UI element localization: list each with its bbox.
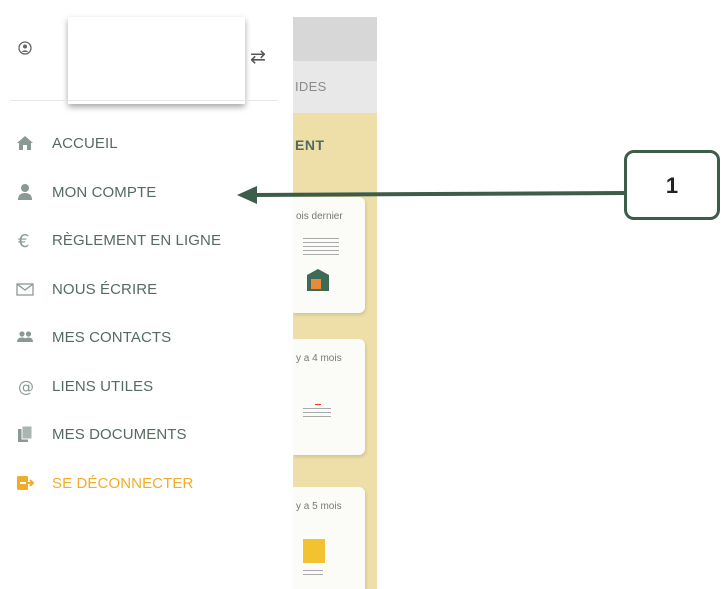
document-thumbnail	[303, 235, 339, 258]
document-thumbnail-lines	[303, 567, 323, 578]
menu-item-label: RÈGLEMENT EN LIGNE	[52, 232, 222, 249]
document-card[interactable]: ois dernier	[293, 197, 365, 313]
swap-arrows-icon[interactable]: ⇄	[248, 48, 268, 68]
menu-item-label: LIENS UTILES	[52, 378, 154, 395]
document-card-date: ois dernier	[296, 211, 343, 222]
menu-item-se-deconnecter[interactable]: SE DÉCONNECTER	[0, 465, 290, 501]
euro-icon: €	[18, 231, 29, 250]
menu-item-label: MES DOCUMENTS	[52, 426, 187, 443]
navigation-drawer: ⇄ ACCUEIL MON COMPTE € RÈGLEMENT EN LIGN…	[0, 17, 293, 589]
menu-item-reglement[interactable]: € RÈGLEMENT EN LIGNE	[0, 222, 290, 258]
document-thumbnail	[303, 401, 331, 420]
menu-item-label: NOUS ÉCRIRE	[52, 281, 158, 298]
background-app: IDES ENT ois dernier y a 4 mois y a 5 mo…	[293, 17, 377, 589]
background-section-title: ENT	[295, 137, 325, 153]
contacts-icon	[17, 331, 33, 342]
account-selector-popup[interactable]	[68, 17, 245, 104]
menu-item-label: SE DÉCONNECTER	[52, 475, 194, 492]
menu-item-label: ACCUEIL	[52, 135, 118, 152]
document-card[interactable]: y a 5 mois	[293, 487, 365, 589]
annotation-arrow	[237, 186, 628, 204]
menu-item-label: MON COMPTE	[52, 184, 157, 201]
menu-item-label: MES CONTACTS	[52, 329, 172, 346]
divider	[10, 100, 278, 101]
user-circle-icon[interactable]	[18, 41, 32, 55]
menu-item-mes-contacts[interactable]: MES CONTACTS	[0, 319, 290, 355]
background-topbar	[293, 17, 377, 61]
documents-icon	[18, 425, 33, 442]
svg-text:€: €	[18, 231, 29, 250]
envelope-icon	[16, 283, 34, 296]
document-card[interactable]: y a 4 mois	[293, 339, 365, 455]
document-thumbnail	[303, 539, 325, 563]
svg-text:@: @	[18, 377, 34, 396]
home-icon	[17, 136, 33, 150]
document-card-date: y a 4 mois	[296, 353, 342, 364]
document-illustration-icon	[307, 269, 329, 291]
logout-icon	[17, 476, 35, 490]
menu-item-nous-ecrire[interactable]: NOUS ÉCRIRE	[0, 271, 290, 307]
document-card-date: y a 5 mois	[296, 501, 342, 512]
annotation-callout: 1	[624, 150, 720, 220]
person-icon	[18, 184, 32, 200]
menu-item-accueil[interactable]: ACCUEIL	[0, 125, 290, 161]
annotation-number: 1	[665, 173, 679, 198]
menu-item-liens-utiles[interactable]: @ LIENS UTILES	[0, 368, 290, 404]
background-tab-label: IDES	[295, 79, 327, 94]
menu-item-mes-documents[interactable]: MES DOCUMENTS	[0, 416, 290, 452]
at-icon: @	[18, 377, 34, 396]
